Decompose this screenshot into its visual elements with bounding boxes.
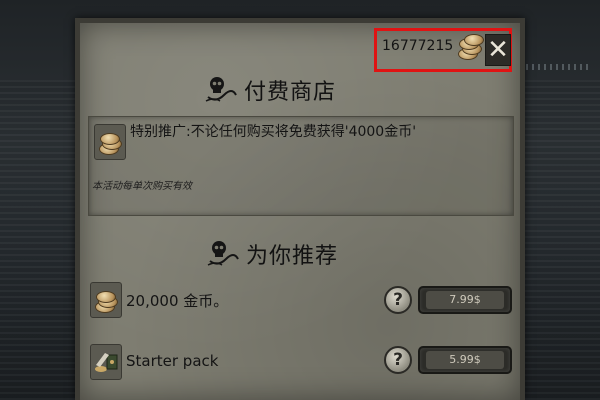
skull-icon bbox=[207, 241, 239, 266]
coin-balance-value: 16777215 bbox=[382, 38, 454, 54]
close-icon: ✕ bbox=[487, 35, 509, 65]
coin-stack-icon bbox=[456, 34, 484, 60]
shop-title: 付费商店 bbox=[244, 80, 337, 105]
item-starter-buy-button[interactable]: 5.99$ bbox=[418, 346, 512, 374]
distant-ships bbox=[520, 64, 590, 70]
item-starter-price: 5.99$ bbox=[426, 351, 504, 369]
recommend-title-row: 为你推荐 bbox=[206, 238, 338, 270]
recommend-title: 为你推荐 bbox=[246, 244, 339, 269]
item-coins-buy-button[interactable]: 7.99$ bbox=[418, 286, 512, 314]
item-coins-price: 7.99$ bbox=[426, 291, 504, 309]
starter-pack-icon bbox=[95, 353, 118, 372]
coin-stack-icon bbox=[97, 129, 123, 155]
promo-text: 特别推广:不论任何购买将免费获得'4000金币' bbox=[130, 124, 417, 140]
coin-stack-icon bbox=[93, 287, 119, 313]
item-coins-label: 20,000 金币。 bbox=[126, 292, 229, 310]
shop-title-row: 付费商店 bbox=[204, 74, 336, 106]
skull-icon bbox=[205, 77, 237, 102]
item-starter-label: Starter pack bbox=[126, 352, 219, 370]
item-coins-help-button[interactable]: ? bbox=[384, 286, 412, 314]
close-button[interactable]: ✕ bbox=[485, 34, 511, 66]
item-starter-icon-frame bbox=[90, 344, 122, 380]
promo-note: 本活动每单次购买有效 bbox=[92, 181, 192, 192]
item-starter-help-button[interactable]: ? bbox=[384, 346, 412, 374]
item-coins-icon-frame bbox=[90, 282, 122, 318]
promo-coin-frame bbox=[94, 124, 126, 160]
